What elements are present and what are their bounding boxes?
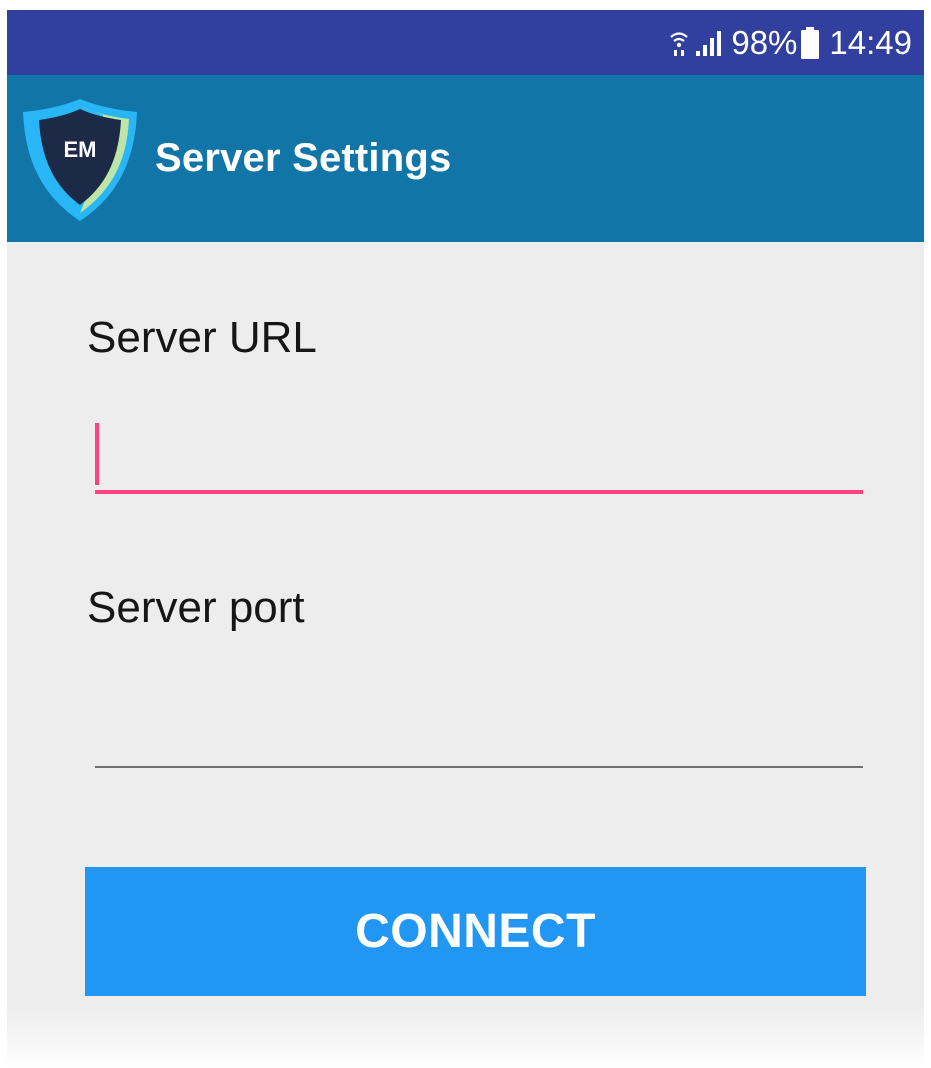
shield-logo-icon: EM bbox=[19, 95, 141, 223]
bottom-shadow bbox=[7, 1006, 924, 1068]
connect-button[interactable]: CONNECT bbox=[85, 867, 866, 996]
page-title: Server Settings bbox=[155, 136, 452, 180]
server-port-input[interactable] bbox=[95, 700, 863, 768]
logo-text: EM bbox=[64, 137, 97, 162]
app-bar: EM Server Settings bbox=[7, 75, 924, 242]
server-port-label: Server port bbox=[87, 583, 305, 632]
text-cursor bbox=[95, 423, 99, 485]
app-screen: 98% 14:49 EM Server Settings Server URL … bbox=[7, 10, 924, 1068]
status-icons: 98% 14:49 bbox=[669, 10, 912, 75]
status-bar: 98% 14:49 bbox=[7, 10, 924, 75]
wifi-icon bbox=[669, 28, 689, 58]
clock-time: 14:49 bbox=[829, 23, 912, 61]
server-url-label: Server URL bbox=[87, 313, 317, 362]
battery-icon bbox=[801, 26, 820, 59]
battery-percent: 98% bbox=[731, 23, 798, 61]
signal-icon bbox=[695, 29, 723, 57]
server-url-input[interactable] bbox=[95, 420, 863, 494]
